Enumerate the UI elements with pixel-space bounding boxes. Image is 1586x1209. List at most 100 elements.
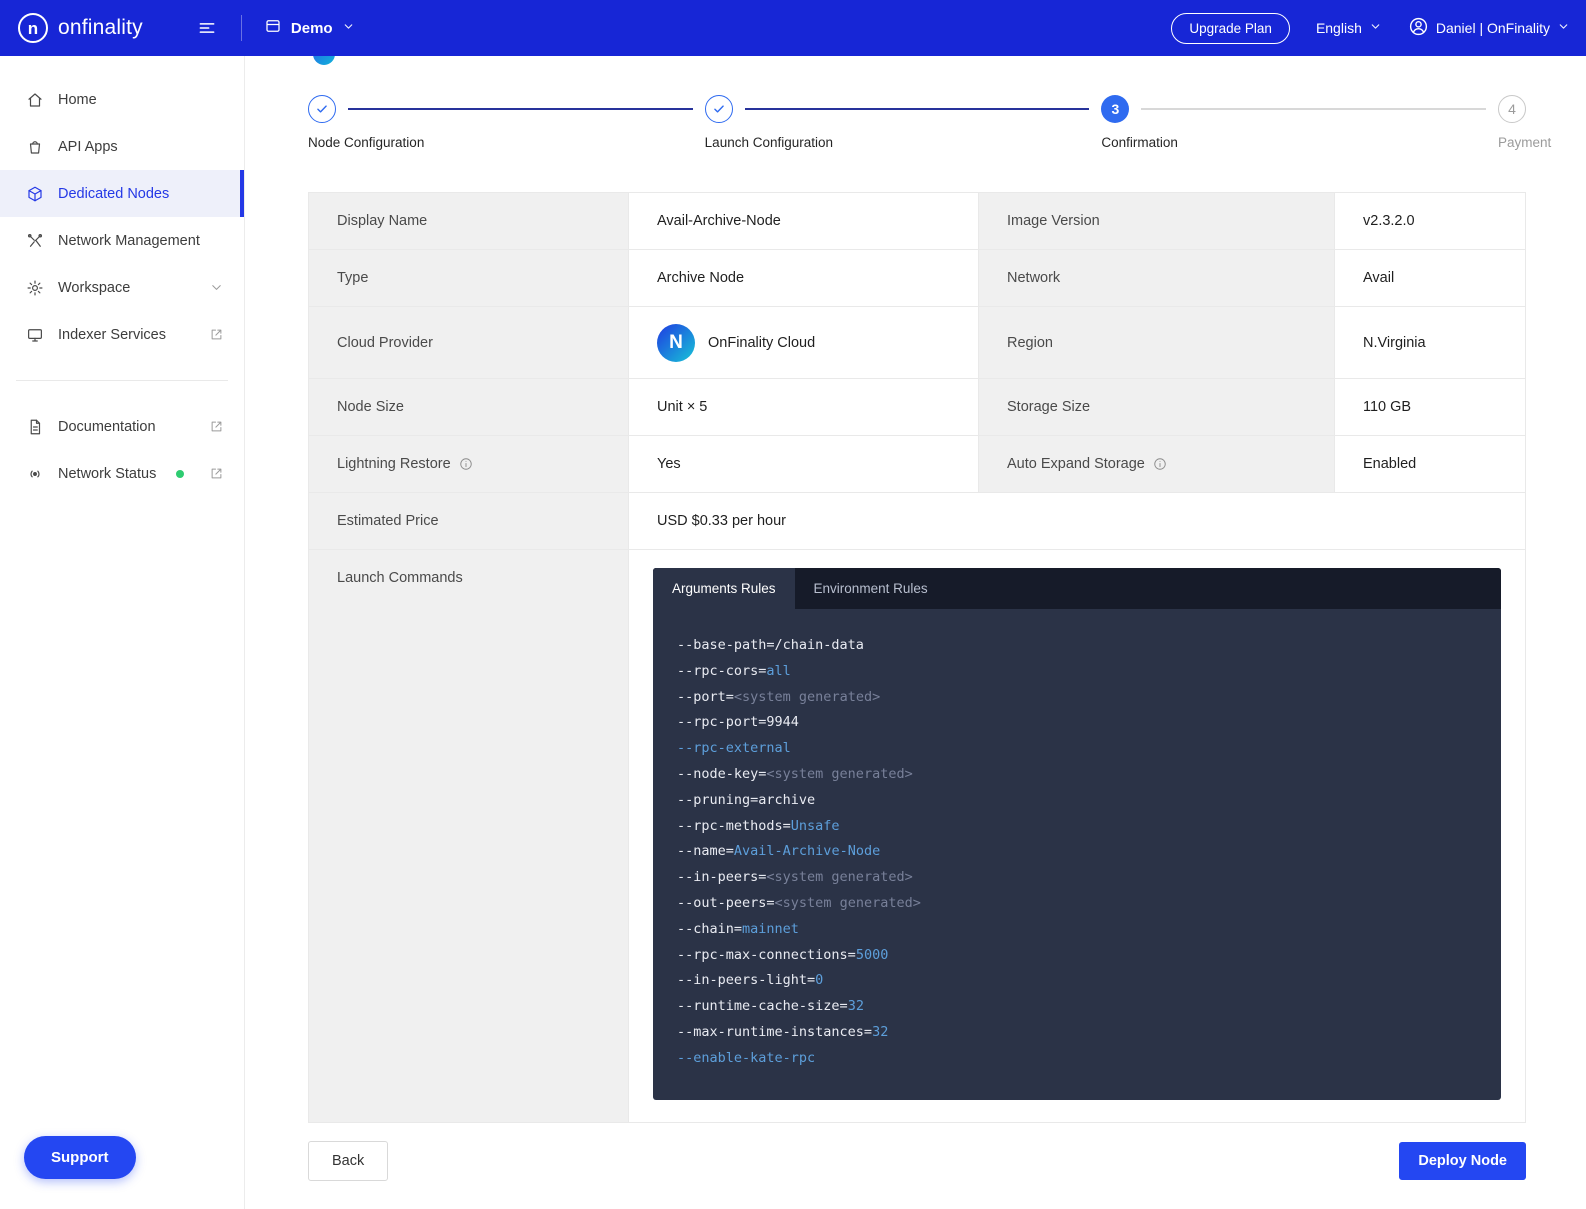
sidebar-item-network-management[interactable]: Network Management <box>0 217 244 264</box>
info-icon[interactable] <box>459 457 473 471</box>
summary-rows: Display NameAvail-Archive-NodeImage Vers… <box>309 193 1525 550</box>
onfinality-logo-icon: n <box>18 13 48 43</box>
tab-environment-rules[interactable]: Environment Rules <box>795 568 947 609</box>
summary-label: Region <box>979 307 1335 379</box>
code-line: --in-peers-light=0 <box>677 968 1477 994</box>
code-line: --in-peers=<system generated> <box>677 865 1477 891</box>
summary-label: Auto Expand Storage <box>979 436 1335 493</box>
sidebar-item-label: Workspace <box>58 280 130 296</box>
network-status-icon <box>26 465 44 483</box>
sidebar-item-documentation[interactable]: Documentation <box>0 403 244 450</box>
code-line: --rpc-port=9944 <box>677 710 1477 736</box>
summary-value: Yes <box>629 436 979 493</box>
summary-value-text: Yes <box>657 456 681 472</box>
summary-value-text: Avail <box>1363 270 1394 286</box>
sidebar-divider <box>16 380 228 381</box>
sidebar-item-network-status[interactable]: Network Status <box>0 450 244 497</box>
sidebar-item-label: Documentation <box>58 419 156 435</box>
code-line: --rpc-external <box>677 736 1477 762</box>
info-icon[interactable] <box>1153 457 1167 471</box>
summary-label: Image Version <box>979 193 1335 250</box>
summary-value-text: Avail-Archive-Node <box>657 213 781 229</box>
step-number: 4 <box>1498 95 1526 123</box>
code-body: --base-path=/chain-data--rpc-cors=all--p… <box>653 609 1501 1100</box>
deploy-node-button[interactable]: Deploy Node <box>1399 1142 1526 1180</box>
upgrade-plan-button[interactable]: Upgrade Plan <box>1171 13 1290 44</box>
code-line: --out-peers=<system generated> <box>677 891 1477 917</box>
summary-label-text: Lightning Restore <box>337 456 451 472</box>
network-management-icon <box>26 232 44 250</box>
summary-label: Lightning Restore <box>309 436 629 493</box>
summary-label-text: Type <box>337 270 368 286</box>
summary-label: Node Size <box>309 379 629 436</box>
step-label: Confirmation <box>1101 135 1498 150</box>
summary-label-text: Image Version <box>1007 213 1100 229</box>
sidebar-item-label: Indexer Services <box>58 327 166 343</box>
sidebar-secondary-nav: Documentation Network Status <box>0 403 244 497</box>
summary-value-text: v2.3.2.0 <box>1363 213 1415 229</box>
sidebar-item-label: Network Status <box>58 466 156 482</box>
summary-value-text: Unit × 5 <box>657 399 707 415</box>
summary-label: Storage Size <box>979 379 1335 436</box>
step-node-configuration: Node Configuration <box>308 94 705 150</box>
language-selector[interactable]: English <box>1316 20 1382 36</box>
workspace-icon <box>26 279 44 297</box>
sidebar-item-dedicated-nodes[interactable]: Dedicated Nodes <box>0 170 244 217</box>
summary-label: Network <box>979 250 1335 307</box>
step-payment: 4 Payment <box>1498 94 1526 150</box>
step-label: Launch Configuration <box>705 135 1102 150</box>
step-launch-configuration: Launch Configuration <box>705 94 1102 150</box>
summary-label-text: Estimated Price <box>337 513 439 529</box>
support-button[interactable]: Support <box>24 1136 136 1179</box>
code-line: --rpc-cors=all <box>677 659 1477 685</box>
summary-value: Enabled <box>1335 436 1525 493</box>
summary-value-text: OnFinality Cloud <box>708 335 815 351</box>
chevron-down-icon <box>342 20 355 37</box>
summary-label-text: Region <box>1007 335 1053 351</box>
step-number: 3 <box>1101 95 1129 123</box>
summary-label: Type <box>309 250 629 307</box>
step-label: Payment <box>1498 135 1526 150</box>
summary-label-text: Cloud Provider <box>337 335 433 351</box>
summary-value: Avail-Archive-Node <box>629 193 979 250</box>
code-tabs: Arguments RulesEnvironment Rules <box>653 568 1501 609</box>
navbar-divider <box>241 15 242 41</box>
code-line: --pruning=archive <box>677 788 1477 814</box>
summary-value: Archive Node <box>629 250 979 307</box>
sidebar-item-label: Network Management <box>58 233 200 249</box>
step-confirmation: 3 Confirmation <box>1101 94 1498 150</box>
code-line: --rpc-methods=Unsafe <box>677 814 1477 840</box>
tab-arguments-rules[interactable]: Arguments Rules <box>653 568 795 609</box>
external-link-icon <box>209 327 224 342</box>
summary-value: 110 GB <box>1335 379 1525 436</box>
sidebar-toggle-icon[interactable] <box>197 18 217 38</box>
code-line: --runtime-cache-size=32 <box>677 994 1477 1020</box>
code-line: --port=<system generated> <box>677 685 1477 711</box>
dedicated-nodes-icon <box>26 185 44 203</box>
navbar-right: Upgrade Plan English Daniel | OnFinality <box>1171 13 1570 44</box>
chevron-down-icon <box>1369 20 1382 36</box>
status-dot <box>176 470 184 478</box>
sidebar-item-home[interactable]: Home <box>0 76 244 123</box>
back-button[interactable]: Back <box>308 1141 388 1181</box>
sidebar-item-workspace[interactable]: Workspace <box>0 264 244 311</box>
launch-commands-panel: Arguments RulesEnvironment Rules --base-… <box>653 568 1501 1100</box>
brand-logo[interactable]: n onfinality <box>18 13 143 43</box>
sidebar-item-api-apps[interactable]: API Apps <box>0 123 244 170</box>
summary-label-text: Auto Expand Storage <box>1007 456 1145 472</box>
summary-value-text: USD $0.33 per hour <box>657 513 786 529</box>
code-line: --base-path=/chain-data <box>677 633 1477 659</box>
summary-label: Launch Commands <box>309 550 629 1122</box>
chevron-down-icon <box>209 280 224 295</box>
user-menu[interactable]: Daniel | OnFinality <box>1408 16 1570 40</box>
sidebar: Home API AppsDedicated Nodes Network Manag… <box>0 56 245 1209</box>
workspace-selector[interactable]: Demo <box>264 17 355 39</box>
summary-label-text: Storage Size <box>1007 399 1090 415</box>
api-apps-icon <box>26 138 44 156</box>
sidebar-item-label: Home <box>58 92 97 108</box>
summary-value-text: 110 GB <box>1363 399 1411 415</box>
sidebar-item-indexer-services[interactable]: Indexer Services <box>0 311 244 358</box>
step-connector <box>348 108 693 110</box>
external-link-icon <box>209 419 224 434</box>
step-check-icon <box>308 95 336 123</box>
